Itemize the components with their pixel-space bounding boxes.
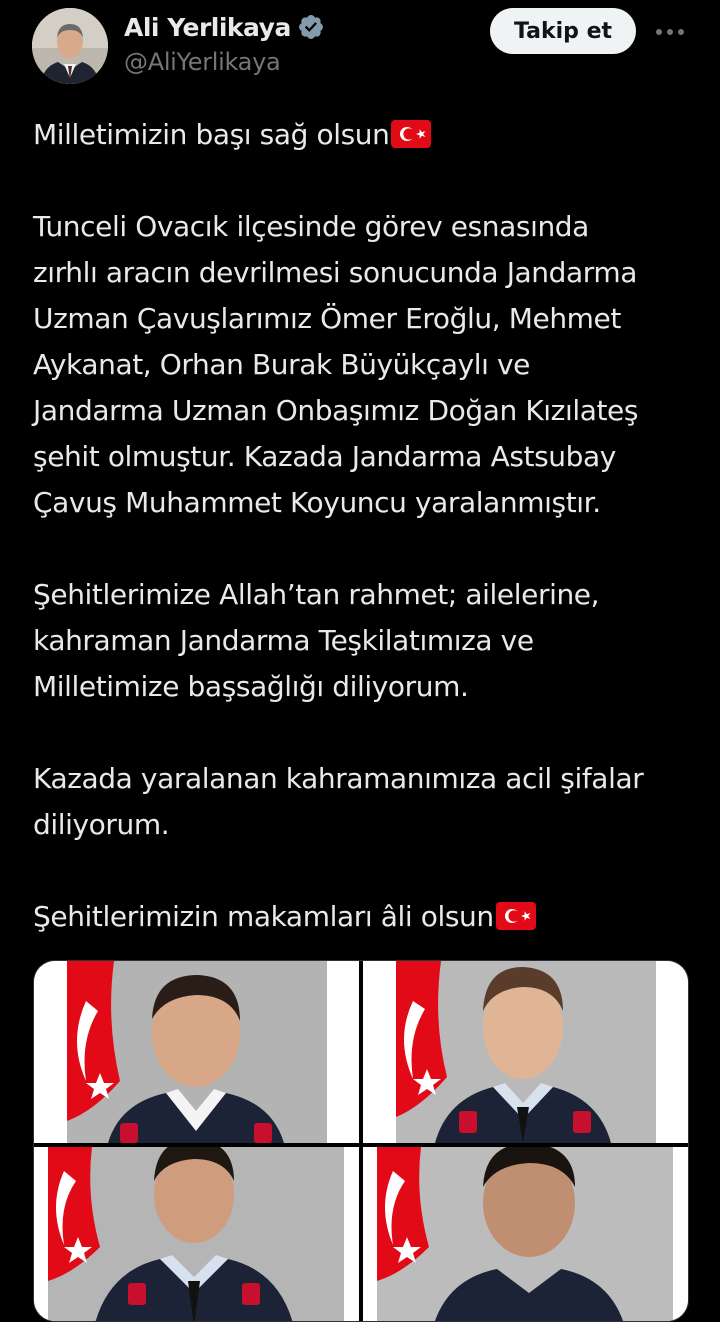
soldier-photo-3[interactable]	[34, 1147, 359, 1321]
soldier-photo-4[interactable]	[363, 1147, 688, 1321]
tweet-line: diliyorum.	[33, 808, 170, 841]
tweet-header: Ali Yerlikaya @AliYerlikaya Takip et	[0, 0, 720, 100]
tweet-paragraph-4: Kazada yaralanan kahramanımıza acil şifa…	[33, 756, 703, 848]
tweet-line: zırhlı aracın devrilmesi sonucunda Janda…	[33, 256, 638, 289]
more-options-button[interactable]	[652, 14, 688, 50]
soldier-photo-1[interactable]	[34, 961, 359, 1143]
tweet-paragraph-2: Tunceli Ovacık ilçesinde görev esnasında…	[33, 204, 703, 526]
tweet-text: Milletimizin başı sağ olsun Tunceli Ovac…	[33, 112, 703, 940]
more-dots-icon	[656, 29, 684, 35]
tweet-paragraph-3: Şehitlerimize Allah’tan rahmet; aileleri…	[33, 572, 703, 710]
tweet-line: Milletimize başsağlığı diliyorum.	[33, 670, 469, 703]
author-display-name[interactable]: Ali Yerlikaya	[124, 13, 291, 42]
tweet-line: Aykanat, Orhan Burak Büyükçaylı ve	[33, 348, 531, 381]
tweet-line: Milletimizin başı sağ olsun	[33, 118, 390, 151]
verified-badge-icon	[298, 15, 323, 39]
tweet-paragraph-5: Şehitlerimizin makamları âli olsun	[33, 894, 703, 940]
author-name-row[interactable]: Ali Yerlikaya	[124, 10, 325, 44]
tweet-line: Şehitlerimize Allah’tan rahmet; aileleri…	[33, 578, 600, 611]
tweet-line: Kazada yaralanan kahramanımıza acil şifa…	[33, 762, 644, 795]
follow-button[interactable]: Takip et	[490, 8, 636, 54]
author-avatar[interactable]	[32, 8, 108, 84]
turkey-flag-icon	[495, 902, 536, 930]
tweet-line: Çavuş Muhammet Koyuncu yaralanmıştır.	[33, 486, 601, 519]
media-grid	[33, 960, 689, 1322]
author-handle[interactable]: @AliYerlikaya	[124, 48, 281, 76]
tweet-line: Uzman Çavuşlarımız Ömer Eroğlu, Mehmet	[33, 302, 621, 335]
tweet-line: şehit olmuştur. Kazada Jandarma Astsubay	[33, 440, 616, 473]
tweet-line: Şehitlerimizin makamları âli olsun	[33, 900, 494, 933]
tweet-line: kahraman Jandarma Teşkilatımıza ve	[33, 624, 534, 657]
tweet-paragraph-1: Milletimizin başı sağ olsun	[33, 112, 703, 158]
tweet-line: Jandarma Uzman Onbaşımız Doğan Kızılateş	[33, 394, 639, 427]
turkey-flag-icon	[391, 120, 432, 148]
tweet-line: Tunceli Ovacık ilçesinde görev esnasında	[33, 210, 589, 243]
soldier-photo-2[interactable]	[363, 961, 688, 1143]
